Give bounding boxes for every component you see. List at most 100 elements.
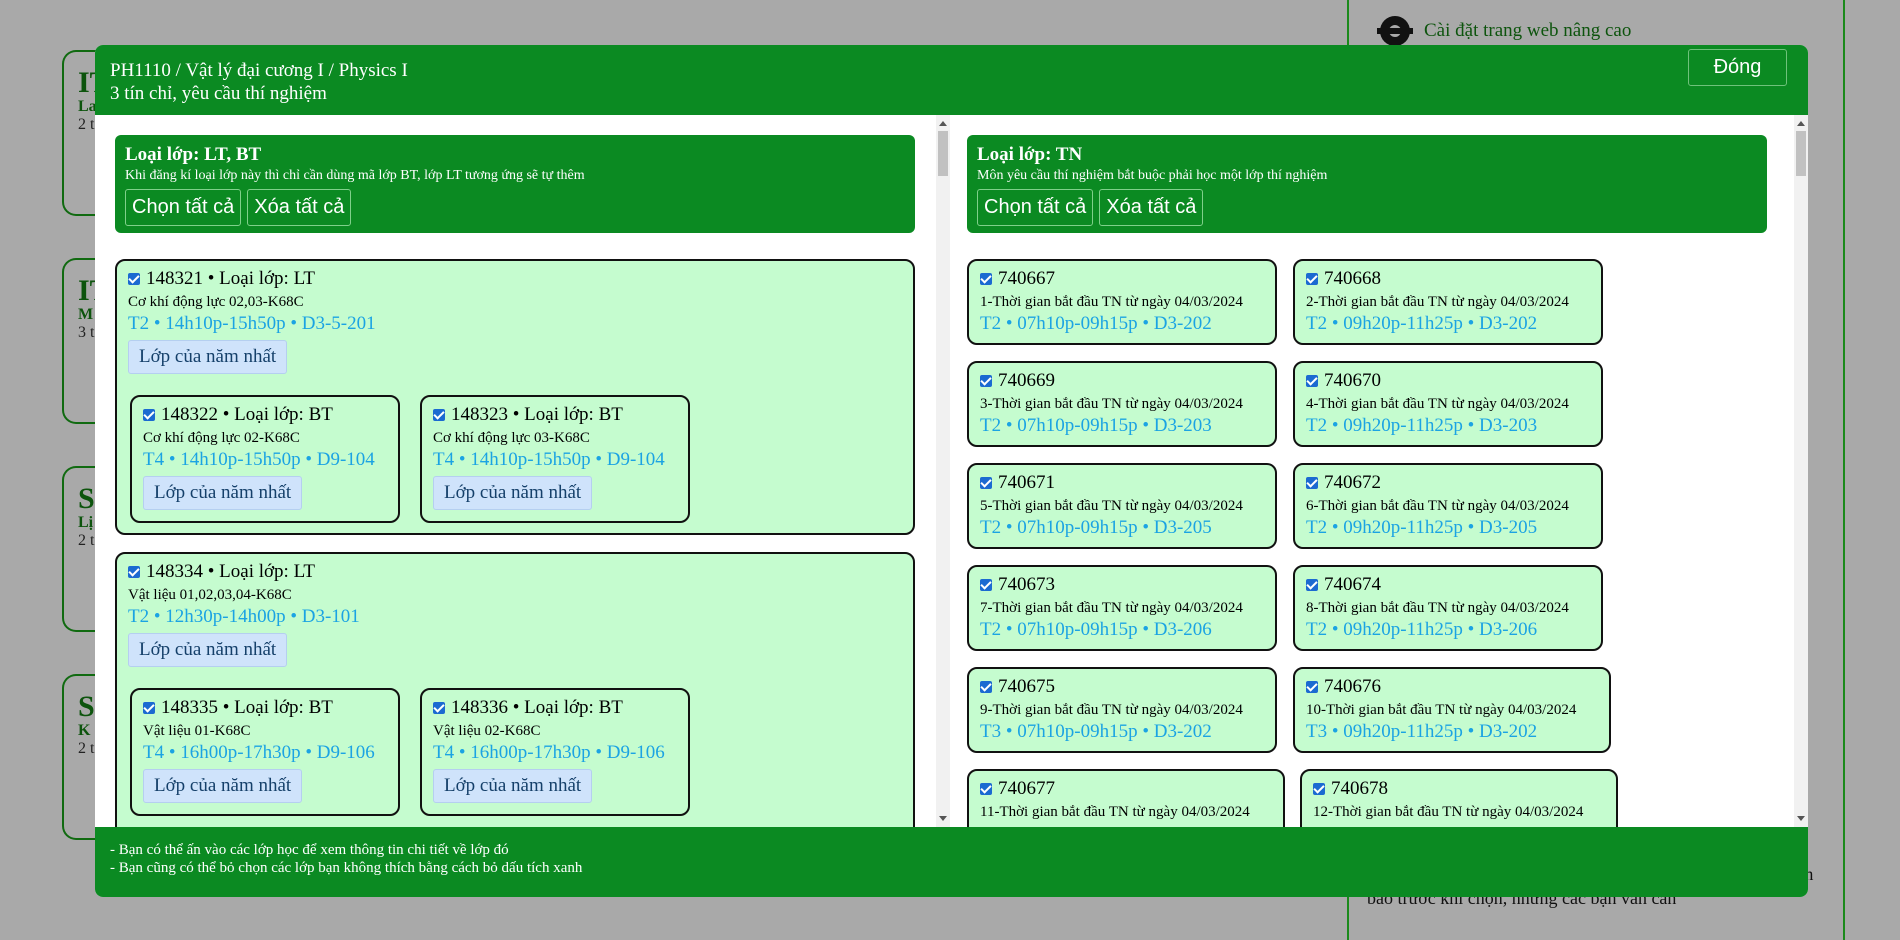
left-scrollbar[interactable] bbox=[936, 115, 950, 827]
checkbox-checked-icon[interactable] bbox=[980, 273, 992, 285]
checkbox-checked-icon[interactable] bbox=[980, 477, 992, 489]
lab-name: 5-Thời gian bắt đầu TN từ ngày 04/03/202… bbox=[980, 498, 1243, 514]
checkbox-checked-icon[interactable] bbox=[433, 702, 445, 714]
lab-class-card[interactable]: 740674 8-Thời gian bắt đầu TN từ ngày 04… bbox=[1293, 565, 1603, 651]
scroll-down-arrow-icon[interactable] bbox=[1797, 816, 1805, 821]
lab-class-card[interactable]: 740673 7-Thời gian bắt đầu TN từ ngày 04… bbox=[967, 565, 1277, 651]
checkbox-checked-icon[interactable] bbox=[128, 566, 140, 578]
lab-code: 740671 bbox=[998, 472, 1055, 493]
freshman-class-button[interactable]: Lớp của năm nhất bbox=[143, 769, 303, 803]
checkbox-checked-icon[interactable] bbox=[1306, 273, 1318, 285]
close-button[interactable]: Đóng bbox=[1688, 49, 1787, 86]
lab-code: 740675 bbox=[998, 676, 1055, 697]
lab-code: 740670 bbox=[1324, 370, 1381, 391]
lab-name: 2-Thời gian bắt đầu TN từ ngày 04/03/202… bbox=[1306, 294, 1569, 310]
checkbox-checked-icon[interactable] bbox=[128, 273, 140, 285]
right-pane: Loại lớp: TN Môn yêu cầu thí nghiệm bắt … bbox=[950, 115, 1808, 827]
class-name: Cơ khí động lực 03-K68C bbox=[433, 430, 590, 446]
gear-icon bbox=[1377, 16, 1413, 46]
scroll-down-arrow-icon[interactable] bbox=[939, 816, 947, 821]
lab-class-card[interactable]: 740671 5-Thời gian bắt đầu TN từ ngày 04… bbox=[967, 463, 1277, 549]
lab-name: 11-Thời gian bắt đầu TN từ ngày 04/03/20… bbox=[980, 804, 1250, 820]
freshman-class-button[interactable]: Lớp của năm nhất bbox=[433, 476, 593, 510]
checkbox-checked-icon[interactable] bbox=[980, 579, 992, 591]
class-type-header-tn: Loại lớp: TN Môn yêu cầu thí nghiệm bắt … bbox=[967, 135, 1767, 233]
lab-name: 8-Thời gian bắt đầu TN từ ngày 04/03/202… bbox=[1306, 600, 1569, 616]
checkbox-checked-icon[interactable] bbox=[1313, 783, 1325, 795]
select-all-button[interactable]: Chọn tất cả bbox=[125, 189, 242, 226]
lab-time: T3 • 07h10p-09h15p • D3-202 bbox=[980, 721, 1212, 742]
bt-class-card[interactable]: 148336 • Loại lớp: BT Vật liệu 02-K68C T… bbox=[420, 688, 690, 816]
lab-name: 10-Thời gian bắt đầu TN từ ngày 04/03/20… bbox=[1306, 702, 1577, 718]
class-time: T2 • 12h30p-14h00p • D3-101 bbox=[128, 606, 360, 627]
checkbox-checked-icon[interactable] bbox=[980, 783, 992, 795]
lab-name: 4-Thời gian bắt đầu TN từ ngày 04/03/202… bbox=[1306, 396, 1569, 412]
class-type-header-lt-bt: Loại lớp: LT, BT Khi đăng kí loại lớp nà… bbox=[115, 135, 915, 233]
lab-time: T2 • 09h20p-11h25p • D3-203 bbox=[1306, 415, 1538, 436]
lab-code: 740672 bbox=[1324, 472, 1381, 493]
lab-code: 740669 bbox=[998, 370, 1055, 391]
lab-code: 740668 bbox=[1324, 268, 1381, 289]
bt-class-card[interactable]: 148322 • Loại lớp: BT Cơ khí động lực 02… bbox=[130, 395, 400, 523]
class-type-title: Loại lớp: TN bbox=[977, 144, 1083, 165]
checkbox-checked-icon[interactable] bbox=[1306, 375, 1318, 387]
scroll-thumb[interactable] bbox=[938, 131, 948, 176]
class-type-title: Loại lớp: LT, BT bbox=[125, 144, 262, 165]
lab-code: 740676 bbox=[1324, 676, 1381, 697]
checkbox-checked-icon[interactable] bbox=[143, 409, 155, 421]
advanced-settings-label: Cài đặt trang web nâng cao bbox=[1424, 20, 1632, 41]
lab-code: 740667 bbox=[998, 268, 1055, 289]
lab-class-card[interactable]: 740678 12-Thời gian bắt đầu TN từ ngày 0… bbox=[1300, 769, 1618, 827]
checkbox-checked-icon[interactable] bbox=[433, 409, 445, 421]
lab-name: 7-Thời gian bắt đầu TN từ ngày 04/03/202… bbox=[980, 600, 1243, 616]
freshman-class-button[interactable]: Lớp của năm nhất bbox=[143, 476, 303, 510]
lab-code: 740674 bbox=[1324, 574, 1381, 595]
lab-time: T3 • 09h20p-11h25p • D3-202 bbox=[1306, 721, 1538, 742]
lab-code: 740673 bbox=[998, 574, 1055, 595]
lab-time: T2 • 07h10p-09h15p • D3-203 bbox=[980, 415, 1212, 436]
lab-class-card[interactable]: 740667 1-Thời gian bắt đầu TN từ ngày 04… bbox=[967, 259, 1277, 345]
class-time: T4 • 16h00p-17h30p • D9-106 bbox=[143, 742, 375, 763]
freshman-class-button[interactable]: Lớp của năm nhất bbox=[433, 769, 593, 803]
class-time: T4 • 14h10p-15h50p • D9-104 bbox=[143, 449, 375, 470]
bt-class-card[interactable]: 148335 • Loại lớp: BT Vật liệu 01-K68C T… bbox=[130, 688, 400, 816]
checkbox-checked-icon[interactable] bbox=[1306, 579, 1318, 591]
clear-all-button[interactable]: Xóa tất cả bbox=[247, 189, 352, 226]
course-modal: PH1110 / Vật lý đại cương I / Physics I … bbox=[95, 45, 1808, 897]
lab-class-card[interactable]: 740677 11-Thời gian bắt đầu TN từ ngày 0… bbox=[967, 769, 1285, 827]
class-head: 148334 • Loại lớp: LT bbox=[146, 561, 316, 582]
modal-subtitle: 3 tín chỉ, yêu cầu thí nghiệm bbox=[110, 83, 327, 104]
modal-title: PH1110 / Vật lý đại cương I / Physics I bbox=[110, 60, 408, 81]
freshman-class-button[interactable]: Lớp của năm nhất bbox=[128, 633, 288, 667]
class-name: Cơ khí động lực 02-K68C bbox=[143, 430, 300, 446]
scroll-up-arrow-icon[interactable] bbox=[939, 121, 947, 126]
lab-class-card[interactable]: 740676 10-Thời gian bắt đầu TN từ ngày 0… bbox=[1293, 667, 1611, 753]
advanced-settings-link[interactable]: Cài đặt trang web nâng cao bbox=[1377, 16, 1632, 46]
lab-time: T2 • 09h20p-11h25p • D3-202 bbox=[1306, 313, 1538, 334]
lab-name: 9-Thời gian bắt đầu TN từ ngày 04/03/202… bbox=[980, 702, 1243, 718]
class-type-desc: Khi đăng kí loại lớp này thì chỉ cần dùn… bbox=[125, 168, 585, 183]
lab-class-card[interactable]: 740670 4-Thời gian bắt đầu TN từ ngày 04… bbox=[1293, 361, 1603, 447]
class-type-desc: Môn yêu cầu thí nghiệm bắt buộc phải học… bbox=[977, 168, 1328, 183]
checkbox-checked-icon[interactable] bbox=[980, 681, 992, 693]
scroll-thumb[interactable] bbox=[1796, 131, 1806, 176]
checkbox-checked-icon[interactable] bbox=[143, 702, 155, 714]
checkbox-checked-icon[interactable] bbox=[1306, 681, 1318, 693]
class-head: 148336 • Loại lớp: BT bbox=[451, 697, 623, 718]
footer-hint: - Bạn có thể ấn vào các lớp học để xem t… bbox=[110, 842, 509, 858]
select-all-button[interactable]: Chọn tất cả bbox=[977, 189, 1094, 226]
lab-class-card[interactable]: 740668 2-Thời gian bắt đầu TN từ ngày 04… bbox=[1293, 259, 1603, 345]
lab-class-card[interactable]: 740675 9-Thời gian bắt đầu TN từ ngày 04… bbox=[967, 667, 1277, 753]
freshman-class-button[interactable]: Lớp của năm nhất bbox=[128, 340, 288, 374]
scroll-up-arrow-icon[interactable] bbox=[1797, 121, 1805, 126]
lab-time: T2 • 07h10p-09h15p • D3-202 bbox=[980, 313, 1212, 334]
checkbox-checked-icon[interactable] bbox=[1306, 477, 1318, 489]
class-time: T4 • 16h00p-17h30p • D9-106 bbox=[433, 742, 665, 763]
lab-class-card[interactable]: 740672 6-Thời gian bắt đầu TN từ ngày 04… bbox=[1293, 463, 1603, 549]
right-scrollbar[interactable] bbox=[1794, 115, 1808, 827]
lab-time: T2 • 09h20p-11h25p • D3-205 bbox=[1306, 517, 1538, 538]
checkbox-checked-icon[interactable] bbox=[980, 375, 992, 387]
clear-all-button[interactable]: Xóa tất cả bbox=[1099, 189, 1204, 226]
lab-class-card[interactable]: 740669 3-Thời gian bắt đầu TN từ ngày 04… bbox=[967, 361, 1277, 447]
bt-class-card[interactable]: 148323 • Loại lớp: BT Cơ khí động lực 03… bbox=[420, 395, 690, 523]
